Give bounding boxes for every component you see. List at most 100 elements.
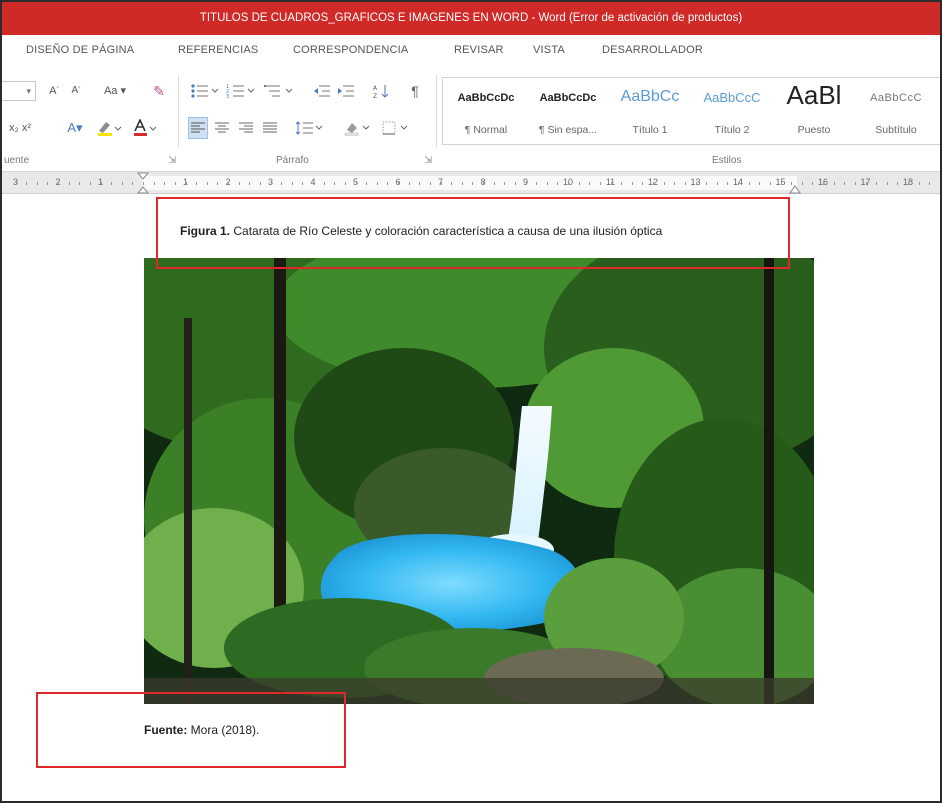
right-indent-marker-icon[interactable] [788, 180, 802, 194]
font-dialog-launcher-icon[interactable]: ⇲ [168, 155, 176, 166]
ruler-tick [600, 182, 601, 185]
ruler-tick [47, 182, 48, 185]
ruler-tick [387, 182, 388, 185]
ruler-tick [472, 182, 473, 185]
ruler-tick [611, 182, 612, 185]
ruler-tick [526, 182, 527, 185]
style-preview: AaBbCc [620, 88, 680, 105]
ruler-tick [515, 182, 516, 185]
tab-desarrollador[interactable]: DESARROLLADOR [602, 44, 703, 56]
ruler-tick [642, 182, 643, 185]
multilevel-list-icon[interactable] [262, 80, 296, 102]
paragraph-dialog-launcher-icon[interactable]: ⇲ [424, 155, 432, 166]
font-size-combo[interactable]: ▾ [2, 81, 36, 101]
bullets-icon[interactable] [188, 80, 222, 102]
style-preview: AaBbCcDc [457, 92, 515, 104]
highlight-color-icon[interactable] [94, 117, 124, 139]
ruler-tick [175, 182, 176, 185]
tab-diseno-de-pagina[interactable]: DISEÑO DE PÁGINA [26, 44, 134, 56]
style-name: Subtítulo [875, 124, 917, 136]
source-highlight-box [36, 692, 346, 768]
ruler-tick [929, 182, 930, 185]
style-name: Título 1 [632, 124, 668, 136]
shading-icon[interactable] [342, 117, 372, 139]
numbering-icon[interactable]: 123 [224, 80, 258, 102]
ruler-tick [919, 182, 920, 185]
style-titulo-1[interactable]: AaBbCc Título 1 [609, 78, 691, 144]
ruler-tick [653, 182, 654, 185]
ruler-tick [430, 182, 431, 185]
change-case-button[interactable]: Aa ▾ [100, 80, 130, 102]
justify-icon[interactable] [260, 117, 280, 139]
show-formatting-marks-icon[interactable]: ¶ [406, 80, 424, 102]
decrease-indent-icon[interactable] [312, 80, 332, 102]
tab-vista[interactable]: VISTA [533, 44, 565, 56]
svg-text:3: 3 [226, 94, 229, 99]
ruler-tick [866, 182, 867, 185]
ruler-tick [69, 182, 70, 185]
font-color-icon[interactable] [130, 117, 160, 139]
align-left-icon[interactable] [188, 117, 208, 139]
line-spacing-icon[interactable] [294, 117, 324, 139]
ruler-tick [228, 182, 229, 185]
ruler-tick [217, 182, 218, 185]
ruler-tick [621, 182, 622, 185]
ruler-tick [281, 182, 282, 185]
ruler-tick [812, 182, 813, 185]
ruler-tick [324, 182, 325, 185]
font-group-label: uente [4, 155, 30, 166]
ruler-tick [164, 182, 165, 185]
ruler-tick [834, 182, 835, 185]
ruler-tick [207, 182, 208, 185]
ruler-tick [579, 182, 580, 185]
ruler-tick [377, 182, 378, 185]
ruler-tick [823, 182, 824, 185]
ruler-tick [696, 182, 697, 185]
style-subtitulo[interactable]: AaBbCcC Subtítulo [855, 78, 937, 144]
document-page[interactable]: Figura 1. Catarata de Río Celeste y colo… [2, 194, 940, 801]
sort-icon[interactable]: AZ [372, 80, 392, 102]
subscript-superscript-icon[interactable]: x₂ x² [2, 117, 38, 139]
svg-text:A: A [373, 85, 378, 92]
ruler-tick [908, 182, 909, 185]
ruler-tick [706, 182, 707, 185]
horizontal-ruler[interactable]: 321123456789101112131415161718 [2, 172, 940, 194]
waterfall-photo[interactable] [144, 258, 814, 704]
ruler-tick [781, 182, 782, 185]
style-normal[interactable]: AaBbCcDc ¶ Normal [445, 78, 527, 144]
ruler-tick [58, 182, 59, 185]
style-preview: AaBl [786, 80, 842, 110]
shrink-font-button[interactable]: Aˇ [66, 80, 86, 102]
ruler-tick [419, 182, 420, 185]
align-right-icon[interactable] [236, 117, 256, 139]
caption-highlight-box [156, 197, 790, 269]
ribbon-tabs: DISEÑO DE PÁGINA REFERENCIAS CORRESPONDE… [2, 35, 940, 67]
ruler-tick [37, 182, 38, 185]
style-puesto[interactable]: AaBl Puesto [773, 78, 855, 144]
indent-marker-icon[interactable] [136, 172, 150, 194]
tab-correspondencia[interactable]: CORRESPONDENCIA [293, 44, 408, 56]
style-name: Puesto [797, 124, 831, 136]
tab-revisar[interactable]: REVISAR [454, 44, 504, 56]
paragraph-group-label: Párrafo [276, 155, 309, 166]
tab-referencias[interactable]: REFERENCIAS [178, 44, 258, 56]
align-center-icon[interactable] [212, 117, 232, 139]
ruler-tick [494, 182, 495, 185]
ruler-tick [844, 182, 845, 185]
style-titulo-2[interactable]: AaBbCcC Título 2 [691, 78, 773, 144]
group-separator [178, 75, 179, 147]
ruler-tick [366, 182, 367, 185]
ruler-tick [409, 182, 410, 185]
grow-font-button[interactable]: Aˆ [44, 80, 64, 102]
style-sin-espaciado[interactable]: AaBbCcDc ¶ Sin espa... [527, 78, 609, 144]
text-effects-icon[interactable]: A▾ [62, 117, 88, 139]
ruler-tick [568, 182, 569, 185]
ruler-tick [802, 182, 803, 185]
ruler-tick [356, 182, 357, 185]
borders-icon[interactable] [380, 117, 410, 139]
style-preview: AaBbCcC [870, 92, 922, 104]
clear-format-icon[interactable]: ✎ [150, 80, 168, 102]
ruler-tick [451, 182, 452, 185]
increase-indent-icon[interactable] [336, 80, 356, 102]
ruler-tick [876, 182, 877, 185]
